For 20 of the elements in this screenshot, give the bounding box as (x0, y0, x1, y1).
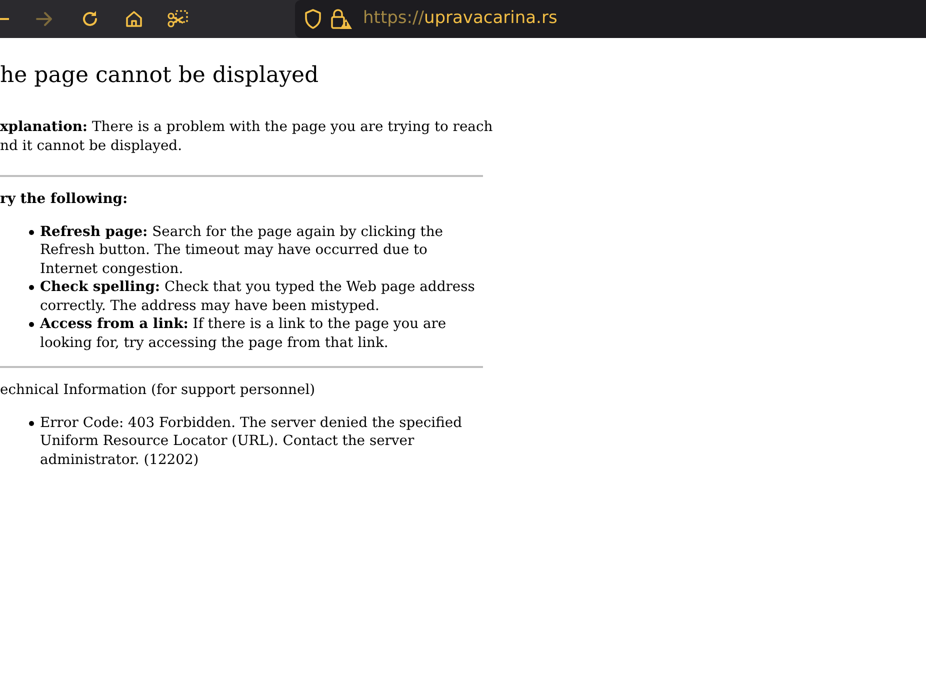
url-text[interactable]: https://upravacarina.rs (363, 6, 558, 32)
shield-icon[interactable] (303, 8, 323, 30)
scissors-icon (167, 9, 189, 29)
page-heading: he page cannot be displayed (0, 63, 320, 89)
list-item-text: Error Code: 403 Forbidden. The server denied the specified Uniform Resource Locator (URL). Contact the server administrator. (12202) (40, 414, 463, 469)
section-heading: ry the following: (0, 190, 129, 208)
list-item-text: Access from a link: If there is a link to the page you are looking for, try accessing the page from that link. (40, 315, 448, 352)
reload-icon (80, 9, 100, 29)
address-bar[interactable]: https://upravacarina.rs (295, 0, 926, 38)
section-heading: echnical Information (for support personnel) (0, 381, 316, 400)
forward-arrow-icon (34, 9, 54, 29)
home-icon (124, 9, 144, 29)
explanation-text: xplanation: There is a problem with the page you are trying to reach nd it cannot be displayed. (0, 118, 493, 155)
bullet-icon (29, 322, 34, 327)
list-item-text: Check spelling: Check that you typed the Web page address correctly. The address may have been mistyped. (40, 278, 476, 315)
bullet-icon (29, 420, 34, 426)
bullet-icon (29, 230, 34, 234)
list-item-text: Refresh page: Search for the page again by clicking the Refresh button. The timeout may have occurred due to Internet congestion. (40, 222, 444, 278)
bullet-icon (29, 285, 34, 290)
lock-warning-icon[interactable] (329, 8, 353, 30)
